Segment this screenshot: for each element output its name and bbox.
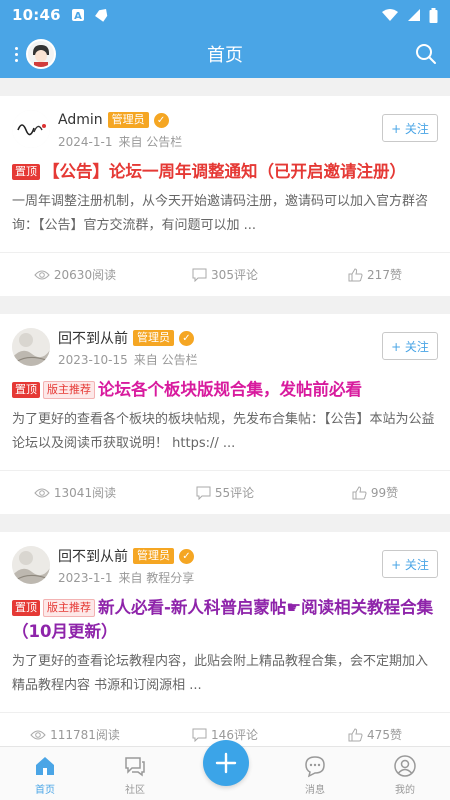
eye-icon [30,730,46,739]
post-stats: 13041阅读 55评论 99赞 [0,470,450,514]
read-count: 13041阅读 [0,484,150,501]
signal-icon [408,9,420,21]
role-badge: 管理员 [107,112,149,128]
profile-icon [394,755,416,777]
nav-home[interactable]: 首页 [0,747,90,800]
post-meta: 2024-1-1 来自 公告栏 [58,133,182,150]
post-title[interactable]: 置顶 版主推荐 论坛各个板块版规合集，发帖前必看 [12,378,438,402]
post-meta: 2023-1-1 来自 教程分享 [58,569,194,586]
plus-icon [215,752,237,774]
home-icon [36,757,54,775]
thumbs-up-icon [352,485,367,499]
verified-icon: ✓ [179,330,194,346]
message-icon [305,756,325,778]
author-name[interactable]: Admin [58,112,103,128]
moderator-recommend-tag: 版主推荐 [43,381,95,399]
read-count: 20630阅读 [0,266,150,283]
post-date: 2023-1-1 [58,571,113,585]
author-name[interactable]: 回不到从前 [58,546,128,566]
eye-icon [34,488,50,497]
comment-count[interactable]: 305评论 [150,266,300,283]
role-badge: 管理员 [133,548,174,564]
moderator-recommend-tag: 版主推荐 [43,599,95,617]
new-post-button[interactable] [203,740,249,786]
comment-icon [192,268,207,282]
comment-count[interactable]: 55评论 [150,484,300,501]
post-meta: 2023-10-15 来自 公告栏 [58,351,198,368]
post-source: 来自 教程分享 [118,571,195,585]
post-card[interactable]: 回不到从前 管理员 ✓ 2023-10-15 来自 公告栏 + 关注 置顶 版主推荐… [0,314,450,514]
follow-button[interactable]: + 关注 [382,550,438,578]
post-date: 2024-1-1 [58,135,113,149]
comment-icon [196,486,211,500]
status-time: 10:46 [12,6,61,24]
svg-text:A: A [74,11,82,22]
post-title[interactable]: 置顶 【公告】论坛一周年调整通知（已开启邀请注册） [12,160,438,184]
follow-button[interactable]: + 关注 [382,332,438,360]
post-source: 来自 公告栏 [133,353,198,367]
post-source: 来自 公告栏 [118,135,183,149]
thumbs-up-icon [348,727,363,741]
read-count: 111781阅读 [0,726,150,743]
post-excerpt[interactable]: 为了更好的查看论坛教程内容，此贴会附上精品教程合集，会不定期加入精品教程内容 书… [12,650,438,698]
search-icon[interactable] [414,42,438,66]
battery-icon [429,7,438,23]
role-badge: 管理员 [133,330,174,346]
nav-messages[interactable]: 消息 [270,747,360,800]
post-card[interactable]: Admin 管理员 ✓ 2024-1-1 来自 公告栏 + 关注 置顶 【公告】论坛… [0,96,450,296]
notification-tag-icon [94,9,108,22]
nav-profile[interactable]: 我的 [360,747,450,800]
thumbs-up-icon [348,267,363,281]
post-title-text[interactable]: 【公告】论坛一周年调整通知（已开启邀请注册） [43,162,406,181]
post-date: 2023-10-15 [58,353,128,367]
user-avatar[interactable] [26,39,56,69]
verified-icon: ✓ [179,548,194,564]
like-count[interactable]: 475赞 [300,726,450,743]
like-count[interactable]: 99赞 [300,484,450,501]
pinned-tag: 置顶 [12,164,40,180]
status-bar: 10:46 A [0,0,450,30]
pinned-tag: 置顶 [12,382,40,398]
eye-icon [34,270,50,279]
post-excerpt[interactable]: 一周年调整注册机制，从今天开始邀请码注册，邀请码可以加入官方群咨询：【公告】官方… [12,190,438,238]
verified-icon: ✓ [153,112,169,128]
app-bar: 首页 [0,30,450,78]
more-menu-icon[interactable] [8,46,24,62]
community-icon [125,757,145,777]
author-avatar[interactable] [12,546,50,584]
post-excerpt[interactable]: 为了更好的查看各个板块的板块帖规，先发布合集帖：【公告】本站为公益论坛以及阅读币… [12,408,438,456]
author-avatar[interactable] [12,328,50,366]
follow-button[interactable]: + 关注 [382,114,438,142]
pinned-tag: 置顶 [12,600,40,616]
nav-community[interactable]: 社区 [90,747,180,800]
post-title-text[interactable]: 论坛各个板块版规合集，发帖前必看 [98,380,362,399]
author-name[interactable]: 回不到从前 [58,328,128,348]
wifi-icon [382,9,398,21]
post-title[interactable]: 置顶 版主推荐 新人必看-新人科普启蒙帖☛阅读相关教程合集（10月更新） [12,596,438,644]
like-count[interactable]: 217赞 [300,266,450,283]
comment-icon [192,728,207,742]
post-feed[interactable]: Admin 管理员 ✓ 2024-1-1 来自 公告栏 + 关注 置顶 【公告】论坛… [0,78,450,746]
post-stats: 20630阅读 305评论 217赞 [0,252,450,296]
page-title: 首页 [207,45,243,66]
post-card[interactable]: 回不到从前 管理员 ✓ 2023-1-1 来自 教程分享 + 关注 置顶 版主推荐新… [0,532,450,746]
notification-a-icon: A [71,9,84,22]
author-avatar[interactable] [12,110,50,148]
